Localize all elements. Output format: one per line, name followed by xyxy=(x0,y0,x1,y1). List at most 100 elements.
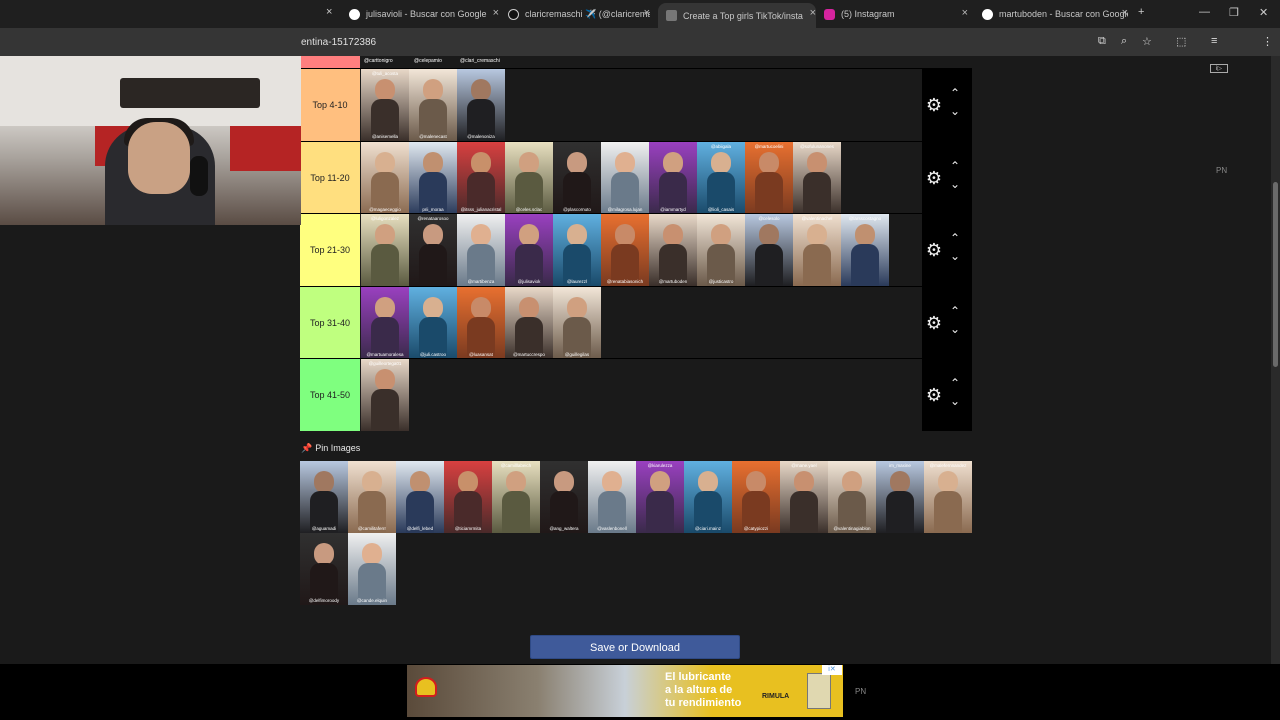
chevron-up-icon[interactable]: ⌃ xyxy=(950,159,960,173)
gear-icon[interactable]: ⚙ xyxy=(924,168,944,188)
chevron-down-icon[interactable]: ⌄ xyxy=(950,394,960,408)
media-control-icon[interactable]: ≡ xyxy=(1211,35,1217,47)
tier-image[interactable]: @martuamoralesa xyxy=(361,286,409,359)
tier-image[interactable]: @delfi_lebed xyxy=(396,461,444,533)
tier-label[interactable]: Top 21-30 xyxy=(300,214,360,287)
ad-close-icon[interactable]: i✕ xyxy=(822,665,842,675)
chevron-up-icon[interactable]: ⌃ xyxy=(950,86,960,100)
tier-image[interactable]: @camilitaferrr xyxy=(348,461,396,533)
tier-items[interactable]: @magaeceggio prii_moraa @itsss_julianacris… xyxy=(361,141,841,214)
tier-image[interactable]: @justicastro xyxy=(697,214,745,287)
tier-image[interactable]: @renataarosoo xyxy=(409,214,457,287)
tab-julisavioli[interactable]: julisavioli - Buscar con Google × xyxy=(349,3,499,25)
tier-image[interactable]: @luasansat xyxy=(457,286,505,359)
tab-martuboden[interactable]: martuboden - Buscar con Google × xyxy=(982,3,1128,25)
tier-image[interactable]: @juli.castroo xyxy=(409,286,457,359)
tier-image[interactable]: @camilllabeich xyxy=(492,461,540,533)
tier-image[interactable]: @valentinagiablon xyxy=(828,461,876,533)
bookmark-star-icon[interactable]: ☆ xyxy=(1142,35,1152,48)
tier-image[interactable]: @luligonzalez xyxy=(361,214,409,287)
tier-image[interactable]: @tuli_acosta @anisemella xyxy=(361,69,409,141)
tier-image[interactable]: @aguamadi xyxy=(300,461,348,533)
tier-image[interactable]: @catypiozzi xyxy=(732,461,780,533)
tier-image[interactable]: @celes.sclac xyxy=(505,141,553,214)
ad-choices-icon[interactable]: i▷ xyxy=(1210,64,1228,73)
zoom-icon[interactable]: ⌕ xyxy=(1121,35,1127,48)
tier-image[interactable]: @sofulunanones xyxy=(793,141,841,214)
tier-image[interactable]: @malefernnandez xyxy=(924,461,972,533)
chevron-down-icon[interactable]: ⌄ xyxy=(950,104,960,118)
chevron-down-icon[interactable]: ⌄ xyxy=(950,177,960,191)
menu-icon[interactable]: ⋮ xyxy=(1262,35,1273,48)
address-bar[interactable]: entina-15172386 ⧉ ⌕ ☆ ⬚ ≡ F ⋮ xyxy=(0,28,1280,76)
tier-label[interactable]: Top 4-10 xyxy=(300,69,360,141)
close-tab-icon[interactable]: × xyxy=(493,7,499,19)
tier-label[interactable]: Top 11-20 xyxy=(300,141,360,214)
tier-image[interactable]: @martuccrespo xyxy=(505,286,553,359)
chevron-down-icon[interactable]: ⌄ xyxy=(950,249,960,263)
tier-image[interactable]: prii_moraa xyxy=(409,141,457,214)
tier-image[interactable]: @kiarulezza xyxy=(636,461,684,533)
tier-image[interactable]: @martucoelini xyxy=(745,141,793,214)
tier-image[interactable]: @itsss_julianacristal xyxy=(457,141,505,214)
tier-image[interactable]: @magaeceggio xyxy=(361,141,409,214)
chevron-up-icon[interactable]: ⌃ xyxy=(950,376,960,390)
tier-image[interactable]: @mane.yael xyxy=(780,461,828,533)
chevron-down-icon[interactable]: ⌄ xyxy=(950,322,960,336)
tier-image[interactable]: @delfimoroody xyxy=(300,533,348,605)
close-tab-icon[interactable]: × xyxy=(962,7,968,19)
minimize-icon[interactable]: — xyxy=(1199,6,1210,18)
close-window-icon[interactable]: ✕ xyxy=(1259,6,1268,19)
tier-image[interactable]: @malenecast xyxy=(409,69,457,141)
tier-image[interactable]: @renatabiasonich xyxy=(601,214,649,287)
tier-image[interactable]: @ang_waltera xyxy=(540,461,588,533)
tier-image[interactable]: @ciari.mainz xyxy=(684,461,732,533)
tier-image[interactable]: @laurezzl xyxy=(553,214,601,287)
chevron-up-icon[interactable]: ⌃ xyxy=(950,231,960,245)
tier-image[interactable]: @celesolo xyxy=(745,214,793,287)
close-tab-icon[interactable]: × xyxy=(326,6,332,18)
tier-image[interactable]: @martibenza xyxy=(457,214,505,287)
tier-image[interactable]: @valentinachel xyxy=(793,214,841,287)
tier-items[interactable]: @luligonzalez @renataarosoo @martibenza @ju… xyxy=(361,214,889,287)
tier-image[interactable]: @vaslenbonell xyxy=(588,461,636,533)
tier-image[interactable]: @abiigala @lioli_casais xyxy=(697,141,745,214)
tab-instagram[interactable]: (5) Instagram × xyxy=(824,3,968,25)
page-scrollbar[interactable] xyxy=(1271,56,1280,664)
tier-image[interactable]: @guillegilas xyxy=(553,286,601,359)
scrollbar-thumb[interactable] xyxy=(1273,182,1278,367)
extensions-icon[interactable]: ⬚ xyxy=(1176,35,1186,48)
new-tab-button[interactable]: + xyxy=(1138,6,1144,18)
gear-icon[interactable]: ⚙ xyxy=(924,240,944,260)
tier-image[interactable]: @guilleortega01 xyxy=(361,359,409,432)
tier-image[interactable]: @larsscostagno xyxy=(841,214,889,287)
tier-items[interactable]: @guilleortega01 xyxy=(361,359,409,432)
save-or-download-button[interactable]: Save or Download xyxy=(530,635,740,659)
tier-image[interactable]: @malenoniza xyxy=(457,69,505,141)
tab-claricremaschi[interactable]: claricremaschi ✈️ (@claricremaschi) × xyxy=(508,3,650,25)
tier-label[interactable]: Top 41-50 xyxy=(300,359,360,432)
tier-image[interactable]: @ticiamrmita xyxy=(444,461,492,533)
tab-tiermaker[interactable]: Create a Top girls TikTok/insta × xyxy=(658,3,816,28)
tier-image[interactable]: im_maxine xyxy=(876,461,924,533)
tier-image[interactable]: @cande.elquin xyxy=(348,533,396,605)
tier-image[interactable]: @plascornuto xyxy=(553,141,601,214)
ad-banner[interactable]: El lubricante a la altura de tu rendimie… xyxy=(0,664,1280,720)
tier-image[interactable]: @iammartyd xyxy=(649,141,697,214)
tier-label[interactable]: Top 31-40 xyxy=(300,286,360,359)
gear-icon[interactable]: ⚙ xyxy=(924,385,944,405)
chevron-up-icon[interactable]: ⌃ xyxy=(950,304,960,318)
close-tab-icon[interactable]: × xyxy=(1122,7,1128,19)
pin-images-pool[interactable]: @aguamadi @camilitaferrr @delfi_lebed @tici… xyxy=(300,461,972,605)
tier-image[interactable]: @martuboden xyxy=(649,214,697,287)
tier-image[interactable]: @julisaviok xyxy=(505,214,553,287)
translate-icon[interactable]: ⧉ xyxy=(1098,35,1106,48)
gear-icon[interactable]: ⚙ xyxy=(924,95,944,115)
close-tab-icon[interactable]: × xyxy=(644,7,650,19)
ad-image[interactable]: El lubricante a la altura de tu rendimie… xyxy=(407,665,843,717)
tier-items[interactable]: @martuamoralesa @juli.castroo @luasansat @m… xyxy=(361,286,601,359)
gear-icon[interactable]: ⚙ xyxy=(924,313,944,333)
tier-items[interactable]: @tuli_acosta @anisemella @malenecast @malen… xyxy=(361,69,505,141)
maximize-icon[interactable]: ❐ xyxy=(1229,6,1239,19)
url-text[interactable]: entina-15172386 xyxy=(301,37,376,48)
